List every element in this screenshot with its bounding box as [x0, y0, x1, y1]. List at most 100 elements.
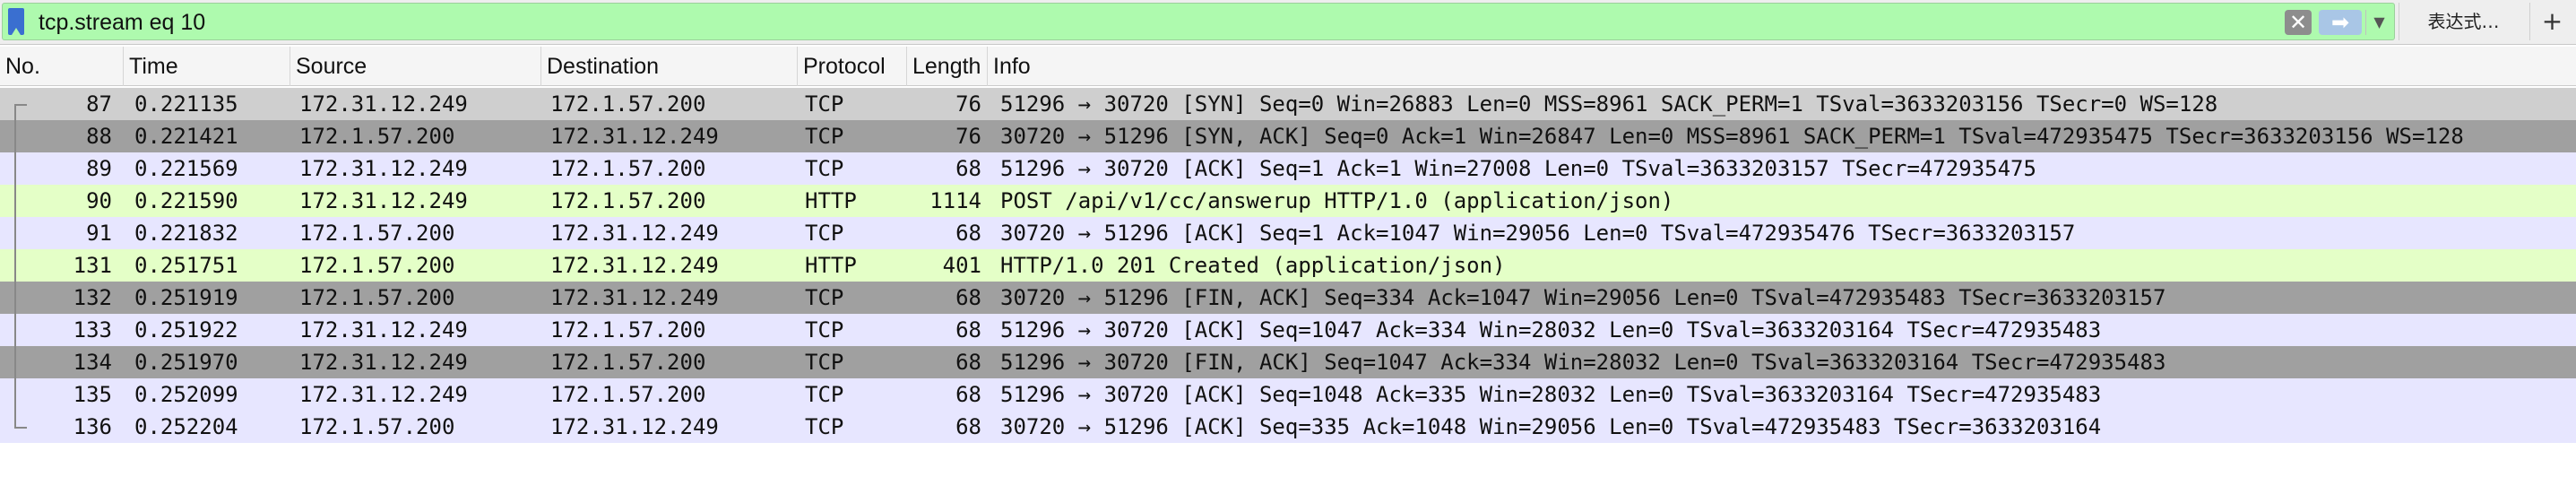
info-cell: 51296 → 30720 [FIN, ACK] Seq=1047 Ack=33… [1000, 350, 2166, 375]
column-header-time[interactable]: Time [124, 47, 290, 86]
conversation-bracket-top [14, 104, 27, 106]
packet-row[interactable]: 132 0.251919 172.1.57.200 172.31.12.249 TCP 3… [0, 282, 2576, 314]
destination-cell: 172.31.12.249 [550, 221, 719, 246]
packet-row[interactable]: 88 0.221421 172.1.57.200 172.31.12.249 TCP 30… [0, 120, 2576, 152]
length-cell: 68 [955, 317, 981, 343]
column-header-info[interactable]: Info [988, 47, 2576, 86]
number-cell: 132 [73, 285, 112, 310]
time-cell: 0.252204 [134, 414, 238, 439]
source-cell: 172.31.12.249 [299, 188, 468, 213]
time-cell: 0.251922 [134, 317, 238, 343]
source-cell: 172.1.57.200 [299, 285, 455, 310]
destination-cell: 172.1.57.200 [550, 350, 706, 375]
number-cell: 91 [86, 221, 112, 246]
column-header-source[interactable]: Source [290, 47, 541, 86]
packet-row[interactable]: 135 0.252099 172.31.12.249 172.1.57.200 TCP 5… [0, 378, 2576, 411]
info-cell: 51296 → 30720 [ACK] Seq=1048 Ack=335 Win… [1000, 382, 2102, 407]
info-cell: 30720 → 51296 [FIN, ACK] Seq=334 Ack=104… [1000, 285, 2166, 310]
column-header-length[interactable]: Length [907, 47, 988, 86]
info-cell: HTTP/1.0 201 Created (application/json) [1000, 253, 1506, 278]
time-cell: 0.221135 [134, 91, 238, 117]
destination-cell: 172.1.57.200 [550, 382, 706, 407]
source-cell: 172.1.57.200 [299, 253, 455, 278]
filter-text[interactable]: tcp.stream eq 10 [39, 7, 205, 38]
protocol-cell: HTTP [805, 253, 857, 278]
length-cell: 68 [955, 414, 981, 439]
packet-row[interactable]: 136 0.252204 172.1.57.200 172.31.12.249 TCP 3… [0, 411, 2576, 443]
info-cell: 30720 → 51296 [ACK] Seq=335 Ack=1048 Win… [1000, 414, 2102, 439]
protocol-cell: TCP [805, 285, 844, 310]
packet-row[interactable]: 134 0.251970 172.31.12.249 172.1.57.200 TCP 5… [0, 346, 2576, 378]
number-cell: 135 [73, 382, 112, 407]
display-filter-toolbar: tcp.stream eq 10 ✕ ➡ ▼ 表达式… + [0, 0, 2576, 45]
length-cell: 68 [955, 285, 981, 310]
column-header-protocol[interactable]: Protocol [798, 47, 907, 86]
source-cell: 172.1.57.200 [299, 221, 455, 246]
length-cell: 76 [955, 91, 981, 117]
bookmark-icon[interactable] [8, 8, 24, 35]
packet-row[interactable]: 91 0.221832 172.1.57.200 172.31.12.249 TCP 30… [0, 217, 2576, 249]
length-cell: 401 [942, 253, 981, 278]
packet-list-empty-area [0, 447, 2576, 477]
protocol-cell: TCP [805, 350, 844, 375]
source-cell: 172.31.12.249 [299, 156, 468, 181]
time-cell: 0.221590 [134, 188, 238, 213]
number-cell: 131 [73, 253, 112, 278]
length-cell: 68 [955, 156, 981, 181]
number-cell: 90 [86, 188, 112, 213]
destination-cell: 172.1.57.200 [550, 156, 706, 181]
protocol-cell: TCP [805, 317, 844, 343]
destination-cell: 172.31.12.249 [550, 285, 719, 310]
source-cell: 172.31.12.249 [299, 91, 468, 117]
add-filter-button[interactable]: + [2529, 3, 2574, 40]
packet-list[interactable]: 87 0.221135 172.31.12.249 172.1.57.200 TCP 51… [0, 88, 2576, 447]
length-cell: 1114 [929, 188, 981, 213]
length-cell: 76 [955, 124, 981, 149]
length-cell: 68 [955, 221, 981, 246]
protocol-cell: HTTP [805, 188, 857, 213]
apply-arrow-icon[interactable]: ➡ [2319, 10, 2362, 35]
column-header-destination[interactable]: Destination [541, 47, 798, 86]
display-filter-input[interactable]: tcp.stream eq 10 ✕ ➡ ▼ [2, 3, 2395, 40]
conversation-bracket-bottom [14, 427, 27, 429]
protocol-cell: TCP [805, 221, 844, 246]
number-cell: 134 [73, 350, 112, 375]
destination-cell: 172.1.57.200 [550, 188, 706, 213]
packet-row[interactable]: 131 0.251751 172.1.57.200 172.31.12.249 HTTP… [0, 249, 2576, 282]
source-cell: 172.31.12.249 [299, 350, 468, 375]
protocol-cell: TCP [805, 414, 844, 439]
chevron-down-icon[interactable]: ▼ [2365, 10, 2392, 35]
destination-cell: 172.31.12.249 [550, 414, 719, 439]
expression-button[interactable]: 表达式… [2399, 3, 2528, 40]
time-cell: 0.251919 [134, 285, 238, 310]
time-cell: 0.221421 [134, 124, 238, 149]
clear-icon[interactable]: ✕ [2285, 10, 2312, 35]
info-cell: POST /api/v1/cc/answerup HTTP/1.0 (appli… [1000, 188, 1674, 213]
source-cell: 172.31.12.249 [299, 382, 468, 407]
packet-row[interactable]: 87 0.221135 172.31.12.249 172.1.57.200 TCP 51… [0, 88, 2576, 120]
destination-cell: 172.31.12.249 [550, 124, 719, 149]
time-cell: 0.251751 [134, 253, 238, 278]
protocol-cell: TCP [805, 156, 844, 181]
column-header-no[interactable]: No. [0, 47, 124, 86]
conversation-bracket [14, 104, 16, 427]
source-cell: 172.1.57.200 [299, 414, 455, 439]
packet-row[interactable]: 89 0.221569 172.31.12.249 172.1.57.200 TCP 51… [0, 152, 2576, 185]
packet-row[interactable]: 90 0.221590 172.31.12.249 172.1.57.200 HTTP P… [0, 185, 2576, 217]
time-cell: 0.221832 [134, 221, 238, 246]
packet-list-header: No. Time Source Destination Protocol Len… [0, 47, 2576, 86]
destination-cell: 172.31.12.249 [550, 253, 719, 278]
number-cell: 88 [86, 124, 112, 149]
info-cell: 51296 → 30720 [ACK] Seq=1 Ack=1 Win=2700… [1000, 156, 2036, 181]
protocol-cell: TCP [805, 382, 844, 407]
source-cell: 172.1.57.200 [299, 124, 455, 149]
packet-row[interactable]: 133 0.251922 172.31.12.249 172.1.57.200 TCP 5… [0, 314, 2576, 346]
number-cell: 133 [73, 317, 112, 343]
destination-cell: 172.1.57.200 [550, 91, 706, 117]
number-cell: 89 [86, 156, 112, 181]
time-cell: 0.252099 [134, 382, 238, 407]
time-cell: 0.251970 [134, 350, 238, 375]
protocol-cell: TCP [805, 124, 844, 149]
destination-cell: 172.1.57.200 [550, 317, 706, 343]
source-cell: 172.31.12.249 [299, 317, 468, 343]
